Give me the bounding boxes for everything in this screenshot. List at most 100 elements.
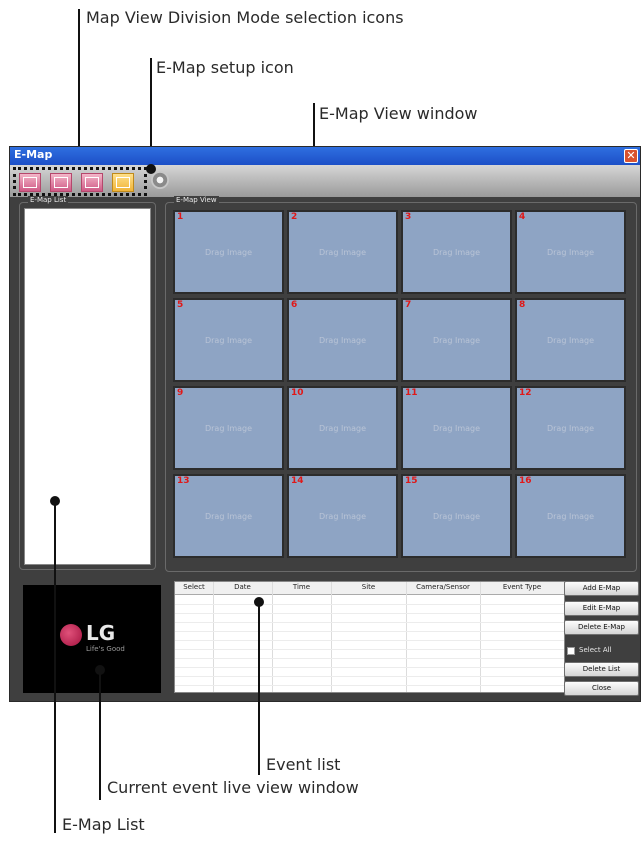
emap-cell-placeholder: Drag Image (204, 336, 253, 345)
table-row (175, 613, 564, 614)
emap-cell-number: 14 (291, 476, 304, 486)
table-row (175, 631, 564, 632)
callout-event-list: Event list (266, 755, 341, 774)
lg-tagline: Life's Good (86, 645, 125, 653)
callout-line-live-view (99, 669, 101, 800)
table-row (175, 667, 564, 668)
emap-cell-number: 13 (177, 476, 190, 486)
emap-cell-number: 6 (291, 300, 298, 310)
lg-logo-icon (60, 624, 82, 646)
callout-dot-setup-icon (146, 164, 156, 174)
emap-cell-number: 10 (291, 388, 304, 398)
delete-emap-button[interactable]: Delete E-Map (564, 620, 639, 635)
emap-cell-number: 5 (177, 300, 184, 310)
emap-cell-number: 11 (405, 388, 418, 398)
add-emap-button[interactable]: Add E-Map (564, 581, 639, 596)
emap-cell-number: 15 (405, 476, 418, 486)
emap-cell[interactable]: 1 Drag Image (173, 210, 284, 294)
table-row (175, 604, 564, 605)
emap-cell-number: 8 (519, 300, 526, 310)
emap-cell-placeholder: Drag Image (318, 424, 367, 433)
emap-cell[interactable]: 5 Drag Image (173, 298, 284, 382)
table-row (175, 622, 564, 623)
table-row (175, 649, 564, 650)
emap-cell-placeholder: Drag Image (546, 336, 595, 345)
event-table-header: Select Date Time Site Camera/Sensor Event Typ… (175, 582, 564, 595)
select-all-box[interactable] (567, 647, 575, 655)
emap-cell-number: 7 (405, 300, 412, 310)
division-4-icon[interactable] (50, 173, 72, 192)
callout-line-emap-list (54, 500, 56, 833)
emap-cell-number: 2 (291, 212, 298, 222)
emap-cell-placeholder: Drag Image (432, 336, 481, 345)
emap-view-group: E-Map View 1 Drag Image 2 Drag Image 3 Drag I… (165, 196, 637, 572)
emap-cell-number: 12 (519, 388, 532, 398)
emap-list-label: E-Map List (28, 196, 69, 204)
emap-cell[interactable]: 16 Drag Image (515, 474, 626, 558)
table-row (175, 640, 564, 641)
column-header[interactable]: Select (175, 583, 213, 591)
emap-cell-placeholder: Drag Image (546, 512, 595, 521)
emap-cell[interactable]: 10 Drag Image (287, 386, 398, 470)
event-list-table[interactable]: Select Date Time Site Camera/Sensor Event Typ… (174, 581, 565, 693)
emap-cell-number: 9 (177, 388, 184, 398)
callout-mode-icons: Map View Division Mode selection icons (86, 8, 404, 27)
emap-cell[interactable]: 7 Drag Image (401, 298, 512, 382)
lg-logo-text: LG (86, 621, 116, 645)
emap-cell-number: 3 (405, 212, 412, 222)
toolbar (10, 164, 640, 197)
emap-cell[interactable]: 3 Drag Image (401, 210, 512, 294)
emap-cell[interactable]: 11 Drag Image (401, 386, 512, 470)
close-icon[interactable]: ✕ (624, 149, 638, 163)
division-1-icon[interactable] (19, 173, 41, 192)
close-button[interactable]: Close (564, 681, 639, 696)
emap-cell[interactable]: 9 Drag Image (173, 386, 284, 470)
callout-emap-list: E-Map List (62, 815, 145, 834)
emap-view-grid: 1 Drag Image 2 Drag Image 3 Drag Image 4 Drag I… (173, 210, 629, 564)
column-header[interactable]: Time (272, 583, 331, 591)
emap-cell[interactable]: 8 Drag Image (515, 298, 626, 382)
column-header[interactable]: Site (331, 583, 406, 591)
emap-cell-placeholder: Drag Image (432, 424, 481, 433)
emap-cell-placeholder: Drag Image (204, 512, 253, 521)
emap-cell-placeholder: Drag Image (318, 248, 367, 257)
emap-view-label: E-Map View (174, 196, 219, 204)
emap-cell-placeholder: Drag Image (204, 424, 253, 433)
edit-emap-button[interactable]: Edit E-Map (564, 601, 639, 616)
emap-cell[interactable]: 4 Drag Image (515, 210, 626, 294)
emap-cell-placeholder: Drag Image (546, 248, 595, 257)
column-header[interactable]: Camera/Sensor (406, 583, 480, 591)
table-row (175, 676, 564, 677)
emap-cell-number: 4 (519, 212, 526, 222)
emap-list-group: E-Map List (19, 196, 156, 570)
emap-cell[interactable]: 2 Drag Image (287, 210, 398, 294)
gear-icon[interactable] (146, 164, 169, 189)
emap-cell-placeholder: Drag Image (432, 512, 481, 521)
title-bar: E-Map ✕ (10, 147, 640, 165)
table-row (175, 658, 564, 659)
column-header[interactable]: Event Type (480, 583, 564, 591)
emap-cell-placeholder: Drag Image (318, 336, 367, 345)
emap-cell[interactable]: 13 Drag Image (173, 474, 284, 558)
callout-live-view: Current event live view window (107, 778, 359, 797)
callout-view-window: E-Map View window (319, 104, 478, 123)
emap-cell[interactable]: 14 Drag Image (287, 474, 398, 558)
emap-cell-placeholder: Drag Image (204, 248, 253, 257)
emap-cell-placeholder: Drag Image (546, 424, 595, 433)
emap-window: E-Map ✕ E-Map List E-Map View 1 Drag Imag… (9, 146, 641, 702)
select-all-label: Select All (579, 646, 612, 654)
callout-line-event-list (258, 601, 260, 775)
division-mode-group (13, 167, 147, 196)
delete-list-button[interactable]: Delete List (564, 662, 639, 677)
live-view-window: LG Life's Good (23, 585, 161, 693)
division-16-icon[interactable] (112, 173, 134, 192)
emap-cell[interactable]: 6 Drag Image (287, 298, 398, 382)
division-9-icon[interactable] (81, 173, 103, 192)
window-title: E-Map (14, 148, 53, 161)
emap-cell-placeholder: Drag Image (432, 248, 481, 257)
column-header[interactable]: Date (213, 583, 272, 591)
emap-cell[interactable]: 15 Drag Image (401, 474, 512, 558)
table-row (175, 685, 564, 686)
emap-list-box[interactable] (24, 208, 151, 565)
emap-cell[interactable]: 12 Drag Image (515, 386, 626, 470)
